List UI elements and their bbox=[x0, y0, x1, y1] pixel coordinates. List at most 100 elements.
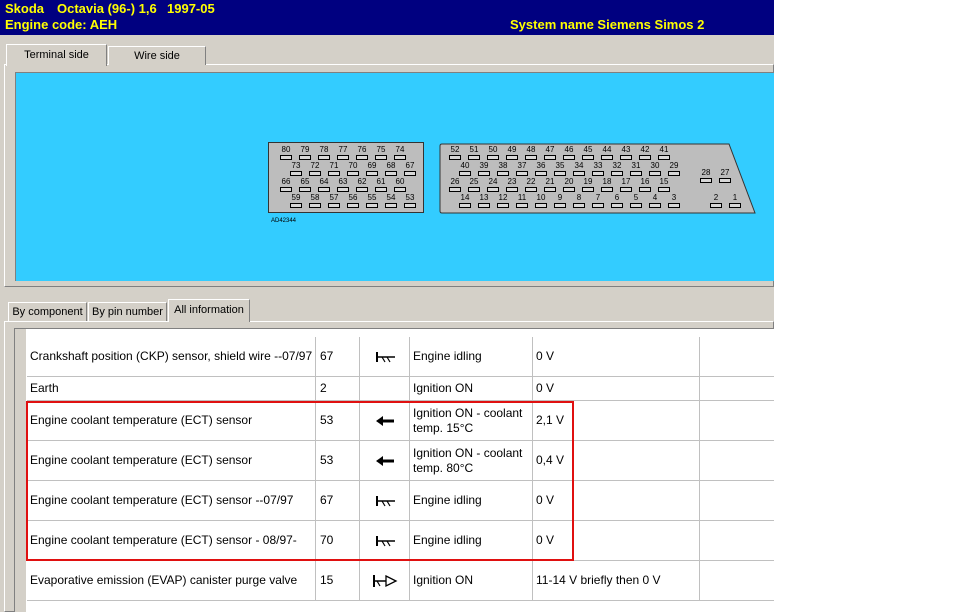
vehicle-make: Skoda bbox=[5, 1, 45, 16]
pin-53: 53 bbox=[402, 194, 418, 208]
pin-58: 58 bbox=[307, 194, 323, 208]
pin-37: 37 bbox=[514, 162, 530, 176]
cell-pin: 53 bbox=[316, 441, 360, 480]
cell-extra bbox=[700, 521, 774, 560]
pin-50: 50 bbox=[485, 146, 501, 160]
pin-42: 42 bbox=[637, 146, 653, 160]
cell-component: Crankshaft position (CKP) sensor, shield… bbox=[27, 337, 316, 376]
table-row[interactable]: Engine coolant temperature (ECT) sensor … bbox=[27, 441, 774, 481]
vehicle-year: 1997-05 bbox=[167, 1, 215, 16]
pin-38: 38 bbox=[495, 162, 511, 176]
cell-component: Earth bbox=[27, 377, 316, 400]
tab-all-information[interactable]: All information bbox=[168, 299, 250, 322]
pin-66: 66 bbox=[278, 178, 294, 192]
pin-39: 39 bbox=[476, 162, 492, 176]
pin-76: 76 bbox=[354, 146, 370, 160]
table-row[interactable]: Crankshaft position (CKP) sensor, shield… bbox=[27, 337, 774, 377]
pin-11: 11 bbox=[514, 194, 530, 208]
ground-icon bbox=[360, 481, 410, 520]
pin-74: 74 bbox=[392, 146, 408, 160]
pin-40: 40 bbox=[457, 162, 473, 176]
table-row[interactable]: Earth 2 Ignition ON 0 V bbox=[27, 377, 774, 401]
pin-18: 18 bbox=[599, 178, 615, 192]
pin-64: 64 bbox=[316, 178, 332, 192]
cell-extra bbox=[700, 561, 774, 600]
pin-63: 63 bbox=[335, 178, 351, 192]
pin-67: 67 bbox=[402, 162, 418, 176]
cell-pin: 70 bbox=[316, 521, 360, 560]
pin-68: 68 bbox=[383, 162, 399, 176]
pin-31: 31 bbox=[628, 162, 644, 176]
cell-value: 0,4 V bbox=[533, 441, 700, 480]
pin-34: 34 bbox=[571, 162, 587, 176]
pin-5: 5 bbox=[628, 194, 644, 208]
table-row[interactable]: Engine coolant temperature (ECT) sensor … bbox=[27, 401, 774, 441]
pin-21: 21 bbox=[542, 178, 558, 192]
pin-51: 51 bbox=[466, 146, 482, 160]
cell-value: 0 V bbox=[533, 377, 700, 400]
pin-47: 47 bbox=[542, 146, 558, 160]
pin-12: 12 bbox=[495, 194, 511, 208]
engine-code: Engine code: AEH bbox=[5, 17, 118, 32]
pin-48: 48 bbox=[523, 146, 539, 160]
cell-component: Engine coolant temperature (ECT) sensor … bbox=[27, 521, 316, 560]
vehicle-model: Octavia (96-) 1,6 bbox=[57, 1, 157, 16]
pin-55: 55 bbox=[364, 194, 380, 208]
pin-20: 20 bbox=[561, 178, 577, 192]
pin-80: 80 bbox=[278, 146, 294, 160]
tab-by-pin-number[interactable]: By pin number bbox=[88, 302, 167, 321]
tab-terminal-side[interactable]: Terminal side bbox=[6, 44, 107, 66]
pin-10: 10 bbox=[533, 194, 549, 208]
table-row[interactable]: Engine coolant temperature (ECT) sensor … bbox=[27, 481, 774, 521]
cell-value: 0 V bbox=[533, 521, 700, 560]
cell-extra bbox=[700, 401, 774, 440]
pin-8: 8 bbox=[571, 194, 587, 208]
pin-78: 78 bbox=[316, 146, 332, 160]
pin-61: 61 bbox=[373, 178, 389, 192]
pin-75: 75 bbox=[373, 146, 389, 160]
pin-25: 25 bbox=[466, 178, 482, 192]
cell-component: Evaporative emission (EVAP) canister pur… bbox=[27, 561, 316, 600]
table-row[interactable]: Evaporative emission (EVAP) canister pur… bbox=[27, 561, 774, 601]
cell-pin: 67 bbox=[316, 337, 360, 376]
output-icon bbox=[360, 561, 410, 600]
pin-30: 30 bbox=[647, 162, 663, 176]
pin-7: 7 bbox=[590, 194, 606, 208]
pin-16: 16 bbox=[637, 178, 653, 192]
cell-component: Engine coolant temperature (ECT) sensor … bbox=[27, 481, 316, 520]
app-window: Skoda Octavia (96-) 1,6 1997-05 Engine c… bbox=[0, 0, 774, 612]
tab-wire-side[interactable]: Wire side bbox=[108, 46, 206, 65]
cell-value: 2,1 V bbox=[533, 401, 700, 440]
pin-57: 57 bbox=[326, 194, 342, 208]
connector-diagram: 80 79 78 77 76 75 74 73 72 71 70 69 68 67 66 65 64 63 62 61… bbox=[15, 72, 774, 281]
pin-62: 62 bbox=[354, 178, 370, 192]
ground-icon bbox=[360, 521, 410, 560]
pin-9: 9 bbox=[552, 194, 568, 208]
pin-65: 65 bbox=[297, 178, 313, 192]
table-row[interactable]: Engine coolant temperature (ECT) sensor … bbox=[27, 521, 774, 561]
cell-component: Engine coolant temperature (ECT) sensor bbox=[27, 401, 316, 440]
pin-29: 29 bbox=[666, 162, 682, 176]
pin-4: 4 bbox=[647, 194, 663, 208]
cell-extra bbox=[700, 441, 774, 480]
pin-6: 6 bbox=[609, 194, 625, 208]
pin-28: 28 bbox=[698, 169, 714, 183]
pin-43: 43 bbox=[618, 146, 634, 160]
pin-26: 26 bbox=[447, 178, 463, 192]
tab-by-component[interactable]: By component bbox=[8, 302, 87, 321]
pin-2: 2 bbox=[708, 194, 724, 208]
cell-value: 0 V bbox=[533, 337, 700, 376]
cell-condition: Ignition ON bbox=[410, 561, 533, 600]
cell-condition: Ignition ON - coolant temp. 80°C bbox=[410, 441, 533, 480]
pin-1: 1 bbox=[727, 194, 743, 208]
pin-71: 71 bbox=[326, 162, 342, 176]
pin-33: 33 bbox=[590, 162, 606, 176]
cell-condition: Engine idling bbox=[410, 481, 533, 520]
pin-52: 52 bbox=[447, 146, 463, 160]
cell-value: 0 V bbox=[533, 481, 700, 520]
pin-14: 14 bbox=[457, 194, 473, 208]
pin-15: 15 bbox=[656, 178, 672, 192]
pin-69: 69 bbox=[364, 162, 380, 176]
cell-symbol bbox=[360, 377, 410, 400]
pin-59: 59 bbox=[288, 194, 304, 208]
